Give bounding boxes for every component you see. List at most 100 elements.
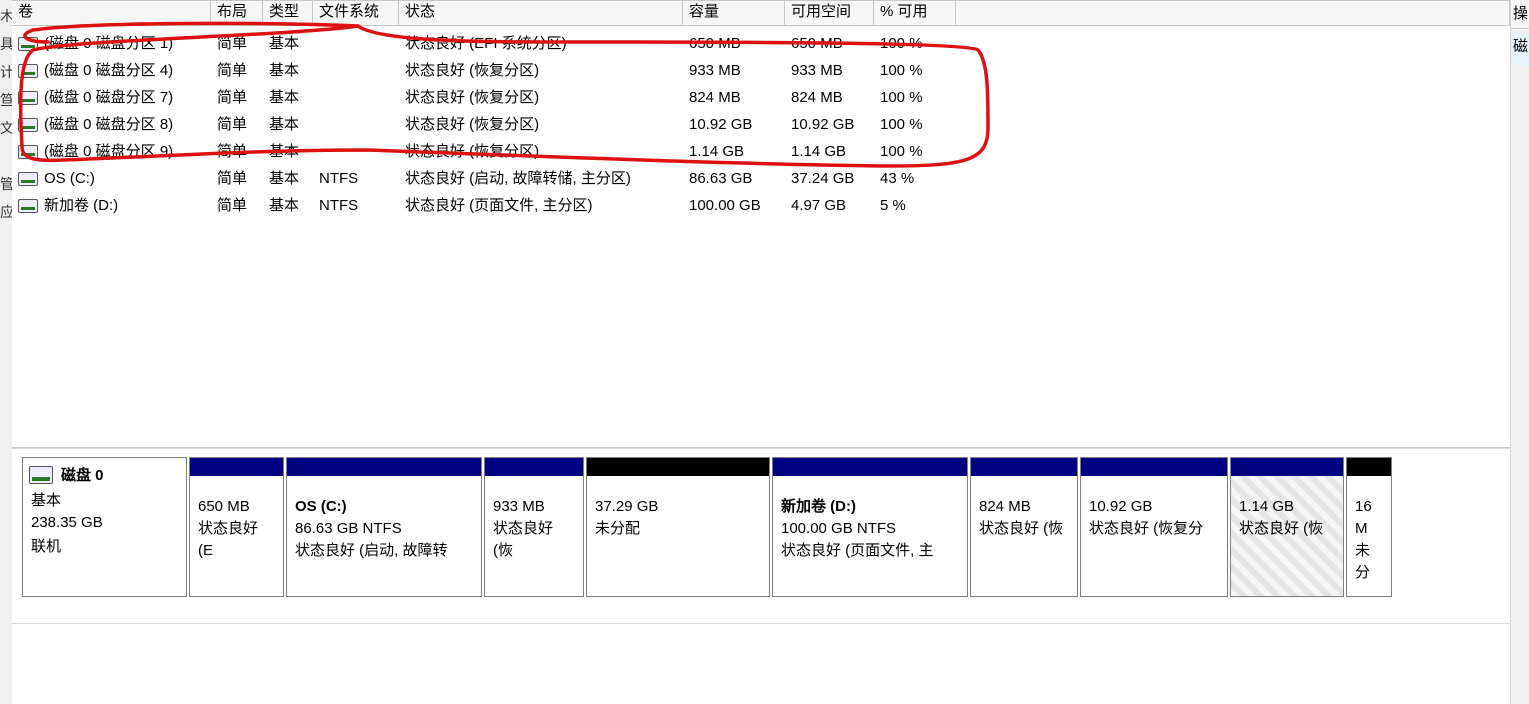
partition-size: 10.92 GB — [1089, 496, 1219, 518]
volume-type-cell: 基本 — [263, 30, 313, 57]
volume-list[interactable]: (磁盘 0 磁盘分区 1)简单基本状态良好 (EFI 系统分区)650 MB65… — [12, 26, 1510, 448]
volume-layout-cell: 简单 — [211, 30, 263, 57]
volume-status-cell: 状态良好 (恢复分区) — [399, 138, 683, 165]
volume-type-cell: 基本 — [263, 57, 313, 84]
volume-name: OS (C:) — [44, 165, 95, 192]
volume-list-header-row: 卷 布局 类型 文件系统 状态 容量 可用空间 % 可用 — [12, 0, 1510, 26]
partition-status: 状态良好 (恢复分 — [1089, 518, 1219, 540]
volume-icon — [18, 199, 38, 213]
volume-capacity-cell: 1.14 GB — [683, 138, 785, 165]
volume-fs-cell — [313, 57, 399, 84]
volume-name-cell: (磁盘 0 磁盘分区 7) — [12, 84, 211, 111]
volume-layout-cell: 简单 — [211, 165, 263, 192]
partition-block[interactable]: OS (C:)86.63 GB NTFS状态良好 (启动, 故障转 — [286, 457, 482, 597]
volume-layout-cell: 简单 — [211, 84, 263, 111]
volume-free-cell: 650 MB — [785, 30, 874, 57]
volume-status-cell: 状态良好 (页面文件, 主分区) — [399, 192, 683, 219]
column-header-freespace[interactable]: 可用空间 — [785, 1, 874, 25]
partition-stripe — [1347, 458, 1391, 476]
volume-free-cell: 933 MB — [785, 57, 874, 84]
volume-status-cell: 状态良好 (恢复分区) — [399, 57, 683, 84]
actions-pane-header: 操 — [1511, 0, 1529, 29]
partition-stripe — [1081, 458, 1227, 476]
partition-block[interactable]: 37.29 GB未分配 — [586, 457, 770, 597]
partition-stripe — [587, 458, 769, 476]
column-header-filesystem[interactable]: 文件系统 — [313, 1, 399, 25]
partition-body: 933 MB状态良好 (恢 — [485, 476, 583, 596]
partition-stripe — [485, 458, 583, 476]
volume-status-cell: 状态良好 (恢复分区) — [399, 111, 683, 138]
disk-info-block[interactable]: 磁盘 0 基本 238.35 GB 联机 — [22, 457, 187, 597]
partition-status: 状态良好 (恢 — [979, 518, 1069, 540]
column-header-percentfree[interactable]: % 可用 — [874, 1, 956, 25]
volume-row[interactable]: (磁盘 0 磁盘分区 7)简单基本状态良好 (恢复分区)824 MB824 MB… — [12, 84, 1510, 111]
volume-icon — [18, 145, 38, 159]
volume-name: (磁盘 0 磁盘分区 1) — [44, 30, 173, 57]
volume-name: (磁盘 0 磁盘分区 4) — [44, 57, 173, 84]
volume-pct-cell: 100 % — [874, 111, 956, 138]
volume-row[interactable]: OS (C:)简单基本NTFS状态良好 (启动, 故障转储, 主分区)86.63… — [12, 165, 1510, 192]
partition-body: 1.14 GB状态良好 (恢 — [1231, 476, 1343, 596]
volume-name-cell: (磁盘 0 磁盘分区 1) — [12, 30, 211, 57]
partition-body: 新加卷 (D:)100.00 GB NTFS状态良好 (页面文件, 主 — [773, 476, 967, 596]
volume-name-cell: OS (C:) — [12, 165, 211, 192]
volume-capacity-cell: 650 MB — [683, 30, 785, 57]
volume-name-cell: (磁盘 0 磁盘分区 8) — [12, 111, 211, 138]
partition-size: 1.14 GB — [1239, 496, 1335, 518]
disk-size: 238.35 GB — [31, 514, 178, 531]
volume-row[interactable]: (磁盘 0 磁盘分区 1)简单基本状态良好 (EFI 系统分区)650 MB65… — [12, 30, 1510, 57]
actions-pane-item[interactable]: 磁 — [1511, 33, 1529, 65]
partition-block[interactable]: 10.92 GB状态良好 (恢复分 — [1080, 457, 1228, 597]
partition-block[interactable]: 933 MB状态良好 (恢 — [484, 457, 584, 597]
partition-body: 16 M未分 — [1347, 476, 1391, 596]
column-header-type[interactable]: 类型 — [263, 1, 313, 25]
volume-capacity-cell: 86.63 GB — [683, 165, 785, 192]
column-header-layout[interactable]: 布局 — [211, 1, 263, 25]
volume-name-cell: (磁盘 0 磁盘分区 4) — [12, 57, 211, 84]
volume-row[interactable]: (磁盘 0 磁盘分区 8)简单基本状态良好 (恢复分区)10.92 GB10.9… — [12, 111, 1510, 138]
volume-pct-cell: 100 % — [874, 138, 956, 165]
volume-status-cell: 状态良好 (恢复分区) — [399, 84, 683, 111]
volume-layout-cell: 简单 — [211, 138, 263, 165]
partition-block[interactable]: 824 MB状态良好 (恢 — [970, 457, 1078, 597]
volume-pct-cell: 100 % — [874, 57, 956, 84]
volume-pct-cell: 100 % — [874, 30, 956, 57]
volume-free-cell: 10.92 GB — [785, 111, 874, 138]
partition-status: 状态良好 (页面文件, 主 — [781, 540, 959, 562]
partition-status: 未分配 — [595, 518, 761, 540]
volume-row[interactable]: (磁盘 0 磁盘分区 4)简单基本状态良好 (恢复分区)933 MB933 MB… — [12, 57, 1510, 84]
volume-capacity-cell: 100.00 GB — [683, 192, 785, 219]
volume-icon — [18, 172, 38, 186]
volume-row[interactable]: (磁盘 0 磁盘分区 9)简单基本状态良好 (恢复分区)1.14 GB1.14 … — [12, 138, 1510, 165]
partition-stripe — [773, 458, 967, 476]
volume-fs-cell — [313, 30, 399, 57]
partition-status: 状态良好 (恢 — [1239, 518, 1335, 540]
partition-status: 状态良好 (恢 — [493, 518, 575, 562]
partition-stripe — [1231, 458, 1343, 476]
partition-body: 10.92 GB状态良好 (恢复分 — [1081, 476, 1227, 596]
volume-type-cell: 基本 — [263, 84, 313, 111]
column-header-capacity[interactable]: 容量 — [683, 1, 785, 25]
volume-type-cell: 基本 — [263, 138, 313, 165]
volume-name: (磁盘 0 磁盘分区 8) — [44, 111, 173, 138]
volume-pct-cell: 43 % — [874, 165, 956, 192]
partition-block[interactable]: 650 MB状态良好 (E — [189, 457, 284, 597]
volume-fs-cell — [313, 111, 399, 138]
partition-block[interactable]: 1.14 GB状态良好 (恢 — [1230, 457, 1344, 597]
column-header-volume[interactable]: 卷 — [12, 1, 211, 25]
volume-icon — [18, 118, 38, 132]
partition-stripe — [287, 458, 481, 476]
partition-block[interactable]: 16 M未分 — [1346, 457, 1392, 597]
partition-title: 新加卷 (D:) — [781, 496, 959, 518]
partition-body: 650 MB状态良好 (E — [190, 476, 283, 596]
volume-name-cell: (磁盘 0 磁盘分区 9) — [12, 138, 211, 165]
volume-row[interactable]: 新加卷 (D:)简单基本NTFS状态良好 (页面文件, 主分区)100.00 G… — [12, 192, 1510, 219]
volume-pct-cell: 5 % — [874, 192, 956, 219]
volume-status-cell: 状态良好 (启动, 故障转储, 主分区) — [399, 165, 683, 192]
column-header-status[interactable]: 状态 — [399, 1, 683, 25]
partition-size: 100.00 GB NTFS — [781, 518, 959, 540]
disk-layout-graph: 磁盘 0 基本 238.35 GB 联机 650 MB状态良好 (EOS (C:… — [12, 448, 1510, 623]
volume-capacity-cell: 824 MB — [683, 84, 785, 111]
partition-block[interactable]: 新加卷 (D:)100.00 GB NTFS状态良好 (页面文件, 主 — [772, 457, 968, 597]
volume-icon — [18, 37, 38, 51]
